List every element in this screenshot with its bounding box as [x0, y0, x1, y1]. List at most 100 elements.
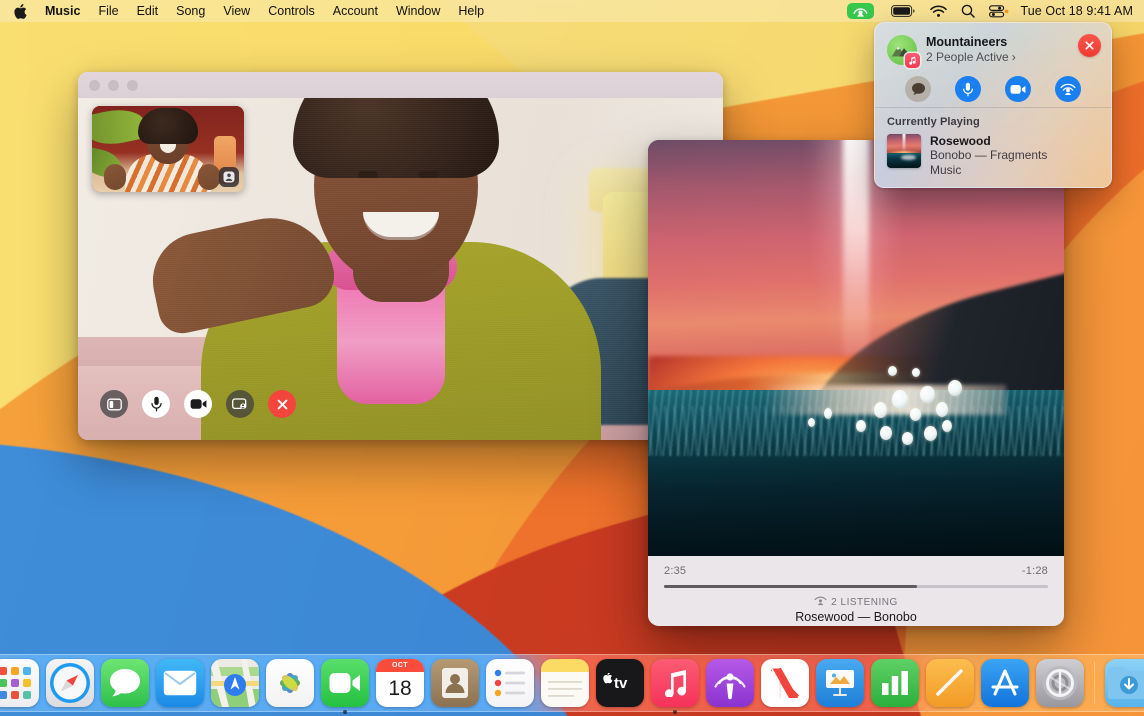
menu-item-song[interactable]: Song — [167, 0, 214, 22]
remaining-time: -1:28 — [1022, 565, 1048, 577]
dock-item-pages[interactable] — [926, 659, 974, 707]
artwork-bubble — [880, 426, 892, 440]
mail-icon — [156, 659, 204, 707]
facetime-window[interactable] — [78, 72, 723, 440]
messages-button[interactable] — [905, 76, 931, 102]
dock-item-mail[interactable] — [156, 659, 204, 707]
microphone-button[interactable] — [142, 390, 170, 418]
end-call-button[interactable] — [268, 390, 296, 418]
contacts-icon — [431, 659, 479, 707]
menu-item-edit[interactable]: Edit — [128, 0, 168, 22]
minimize-window-button[interactable] — [108, 80, 119, 91]
artwork-bubble — [942, 420, 952, 432]
leave-call-button[interactable] — [1078, 34, 1101, 57]
news-icon — [761, 659, 809, 707]
messages-icon — [101, 659, 149, 707]
zoom-window-button[interactable] — [127, 80, 138, 91]
track-artist-album: Bonobo — Fragments — [930, 148, 1047, 163]
artwork-bubble — [824, 408, 832, 419]
dock-item-system-settings[interactable] — [1036, 659, 1084, 707]
microphone-button[interactable] — [955, 76, 981, 102]
menu-item-window[interactable]: Window — [387, 0, 449, 22]
menu-item-music[interactable]: Music — [36, 0, 89, 22]
artwork-bubble — [910, 408, 921, 421]
artwork-bubble — [856, 420, 866, 432]
share-screen-button[interactable] — [226, 390, 254, 418]
shareplay-popover[interactable]: Mountaineers 2 People Active › — [874, 22, 1112, 188]
photos-icon — [266, 659, 314, 707]
popover-action-buttons — [887, 76, 1099, 102]
artwork-bubble — [920, 386, 935, 403]
popover-now-playing-section: Currently Playing Rosewood Bonobo — Frag… — [875, 108, 1111, 178]
facetime-titlebar[interactable] — [78, 72, 723, 98]
dock-item-app-store[interactable] — [981, 659, 1029, 707]
menu-bar-shareplay-status[interactable] — [840, 0, 884, 22]
shareplay-button[interactable] — [1055, 76, 1081, 102]
dock-item-news[interactable] — [761, 659, 809, 707]
dock-item-photos[interactable] — [266, 659, 314, 707]
now-playing-row[interactable]: Rosewood Bonobo — Fragments Music — [887, 134, 1099, 178]
music-mini-player-window[interactable]: 2:35 -1:28 2 LISTENING Rosewood — Bonobo — [648, 140, 1064, 626]
playback-progress-fill — [664, 585, 917, 588]
shareplay-listening-status: 2 LISTENING — [664, 596, 1048, 609]
artwork-bubble — [902, 432, 913, 445]
menu-bar-app-menus: Music File Edit Song View Controls Accou… — [0, 0, 493, 22]
album-artwork-large — [648, 140, 1064, 556]
music-icon — [651, 659, 699, 707]
podcasts-icon — [706, 659, 754, 707]
apple-logo-icon[interactable] — [10, 4, 36, 19]
participants-row[interactable]: 2 People Active › — [926, 50, 1016, 65]
menu-bar: Music File Edit Song View Controls Accou… — [0, 0, 1144, 22]
video-camera-button[interactable] — [1005, 76, 1031, 102]
pages-icon — [926, 659, 974, 707]
dock-item-keynote[interactable] — [816, 659, 864, 707]
artwork-bubble — [936, 402, 948, 417]
menu-item-account[interactable]: Account — [324, 0, 387, 22]
sidebar-toggle-button[interactable] — [100, 390, 128, 418]
wifi-icon[interactable] — [923, 0, 954, 22]
control-center-icon[interactable] — [982, 0, 1016, 22]
menu-bar-clock[interactable]: Tue Oct 18 9:41 AM — [1016, 4, 1133, 18]
battery-icon[interactable] — [884, 0, 923, 22]
close-window-button[interactable] — [89, 80, 100, 91]
dock-item-music[interactable] — [651, 659, 699, 707]
video-camera-button[interactable] — [184, 390, 212, 418]
dock-item-calendar[interactable]: OCT 18 — [376, 659, 424, 707]
person-badge-icon[interactable] — [219, 167, 239, 187]
pip-participant-hair — [138, 108, 198, 144]
menu-item-controls[interactable]: Controls — [259, 0, 324, 22]
numbers-icon — [871, 659, 919, 707]
dock-item-launchpad[interactable] — [0, 659, 39, 707]
shareplay-icon — [847, 3, 874, 19]
dock-item-podcasts[interactable] — [706, 659, 754, 707]
dock-item-tv[interactable]: tv — [596, 659, 644, 707]
section-title-currently-playing: Currently Playing — [887, 116, 1099, 128]
menu-item-file[interactable]: File — [89, 0, 127, 22]
dock-item-maps[interactable] — [211, 659, 259, 707]
now-playing-title: Rosewood — Bonobo — [664, 610, 1048, 624]
dock-item-messages[interactable] — [101, 659, 149, 707]
dock-item-numbers[interactable] — [871, 659, 919, 707]
calendar-icon: OCT 18 — [376, 659, 424, 707]
reminders-icon — [486, 659, 534, 707]
facetime-call-controls — [100, 390, 296, 418]
playback-progress-slider[interactable] — [664, 585, 1048, 588]
elapsed-time: 2:35 — [664, 565, 686, 577]
menu-item-view[interactable]: View — [214, 0, 259, 22]
dock-item-facetime[interactable] — [321, 659, 369, 707]
source-app-name: Music — [930, 163, 1047, 178]
dock-item-notes[interactable] — [541, 659, 589, 707]
keynote-icon — [816, 659, 864, 707]
popover-top-section: Mountaineers 2 People Active › — [875, 23, 1111, 107]
dock-item-reminders[interactable] — [486, 659, 534, 707]
facetime-pip-thumbnail[interactable] — [92, 106, 244, 192]
notes-icon — [541, 659, 589, 707]
dock-item-safari[interactable] — [46, 659, 94, 707]
dock-item-contacts[interactable] — [431, 659, 479, 707]
menu-item-help[interactable]: Help — [449, 0, 493, 22]
dock-item-downloads[interactable] — [1105, 659, 1144, 707]
search-icon[interactable] — [954, 0, 982, 22]
group-name: Mountaineers — [926, 35, 1016, 50]
artwork-bubble — [912, 368, 920, 377]
listening-count-label: 2 LISTENING — [831, 597, 898, 608]
